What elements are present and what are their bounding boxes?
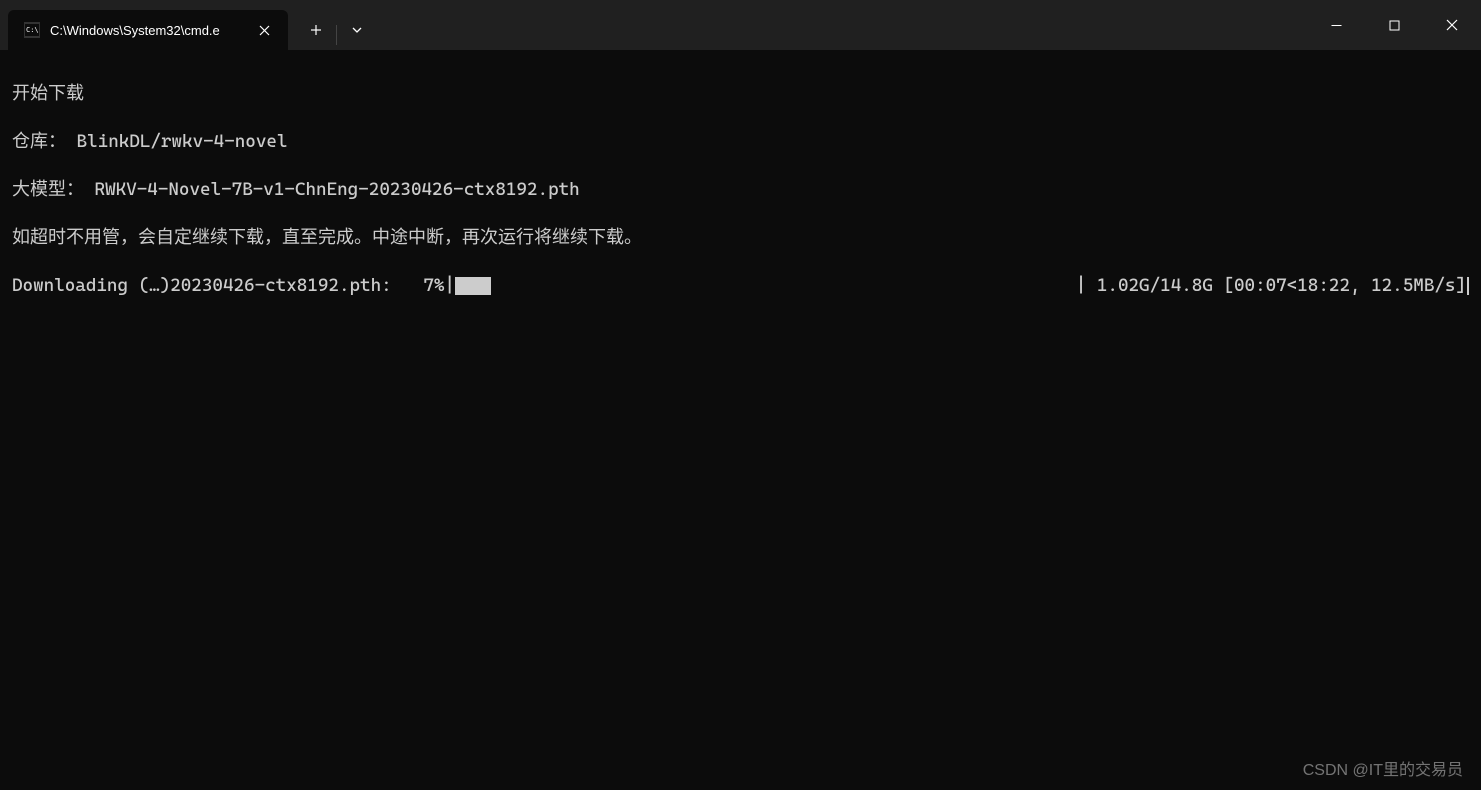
new-tab-button[interactable] [296,10,336,50]
bar-left: | [444,274,455,298]
progress-stats: 1.02G/14.8G [00:07<18:22, 12.5MB/s] [1097,274,1466,298]
output-line: 开始下载 [12,82,1469,106]
tab-dropdown-button[interactable] [337,10,377,50]
watermark: CSDN @IT里的交易员 [1303,756,1463,780]
download-progress-line: Downloading (…)20230426-ctx8192.pth: 7%|… [12,274,1469,298]
tab-close-button[interactable] [254,20,274,40]
tab-actions [288,0,377,50]
cmd-icon: C:\ [24,22,40,38]
maximize-button[interactable] [1365,0,1423,50]
progress-prefix: Downloading (…)20230426-ctx8192.pth: [12,274,423,298]
tab-title: C:\Windows\System32\cmd.e [50,23,244,38]
progress-percent: 7% [423,274,444,298]
output-line: 如超时不用管，会自定继续下载，直至完成。中途中断，再次运行将继续下载。 [12,226,1469,250]
bar-right: | [1076,274,1097,298]
terminal-tab[interactable]: C:\ C:\Windows\System32\cmd.e [8,10,288,50]
cursor [1467,277,1469,295]
progress-bar-fill [455,277,491,295]
window-titlebar: C:\ C:\Windows\System32\cmd.e [0,0,1481,50]
output-line: 大模型： RWKV-4-Novel-7B-v1-ChnEng-20230426-… [12,178,1469,202]
minimize-button[interactable] [1307,0,1365,50]
output-line: 仓库： BlinkDL/rwkv-4-novel [12,130,1469,154]
window-controls [1307,0,1481,50]
svg-text:C:\: C:\ [26,26,39,34]
terminal-output[interactable]: 开始下载 仓库： BlinkDL/rwkv-4-novel 大模型： RWKV-… [0,50,1481,330]
close-window-button[interactable] [1423,0,1481,50]
